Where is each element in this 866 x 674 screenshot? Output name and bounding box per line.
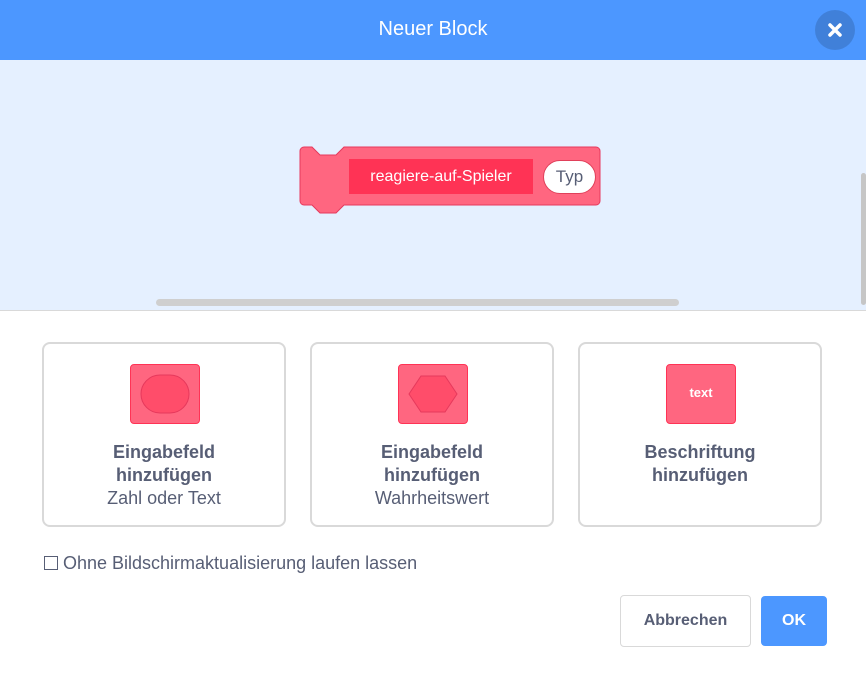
cancel-button[interactable]: Abbrechen xyxy=(620,595,751,647)
close-icon xyxy=(828,23,842,37)
run-without-refresh-checkbox[interactable] xyxy=(44,556,58,570)
card-title-line2: hinzufügen xyxy=(116,465,212,485)
boolean-input-icon xyxy=(398,364,468,424)
close-button[interactable] xyxy=(815,10,855,50)
custom-block-shape xyxy=(299,146,601,214)
card-title-line2: hinzufügen xyxy=(384,465,480,485)
run-without-refresh-row[interactable]: Ohne Bildschirmaktualisierung laufen las… xyxy=(44,551,417,575)
run-without-refresh-label: Ohne Bildschirmaktualisierung laufen las… xyxy=(63,552,418,573)
card-subtitle: Wahrheitswert xyxy=(374,488,490,508)
card-subtitle: Zahl oder Text xyxy=(107,488,221,508)
add-number-text-input-option[interactable]: Eingabefeld hinzufügen Zahl oder Text xyxy=(42,342,286,527)
add-boolean-input-option[interactable]: Eingabefeld hinzufügen Wahrheitswert xyxy=(310,342,554,527)
card-title-line1: Eingabefeld xyxy=(380,442,483,462)
dialog-header: Neuer Block xyxy=(0,0,866,60)
label-icon: text xyxy=(666,364,736,424)
add-label-option[interactable]: text Beschriftung hinzufügen xyxy=(578,342,822,527)
horizontal-scrollbar[interactable] xyxy=(156,299,679,306)
block-name-field[interactable]: reagiere-auf-Spieler xyxy=(349,159,533,194)
vertical-scrollbar[interactable] xyxy=(861,173,866,305)
card-title-line1: Beschriftung xyxy=(644,442,756,462)
dialog-title: Neuer Block xyxy=(378,18,488,40)
block-argument-input[interactable]: Typ xyxy=(543,160,596,194)
round-input-icon xyxy=(130,364,200,424)
label-icon-text: text xyxy=(689,385,713,400)
card-title-line1: Eingabefeld xyxy=(112,442,215,462)
card-title-line2: hinzufügen xyxy=(652,465,748,485)
ok-button[interactable]: OK xyxy=(761,596,827,646)
